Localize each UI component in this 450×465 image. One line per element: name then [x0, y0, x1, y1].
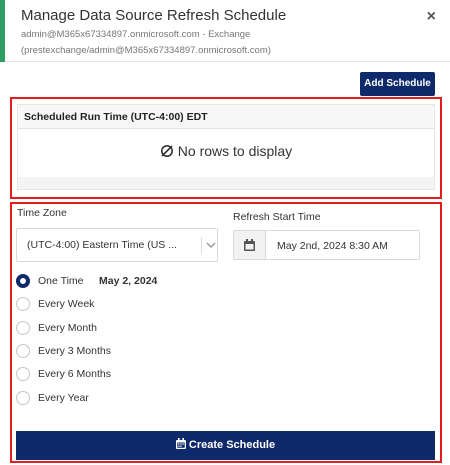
frequency-option-label: Every Week: [38, 298, 95, 310]
dialog-subtitle-path: (prestexchange/admin@M365x67334897.onmic…: [21, 45, 271, 56]
grid-empty-message: No rows to display: [18, 143, 434, 161]
time-zone-select[interactable]: (UTC-4:00) Eastern Time (US ...: [16, 228, 218, 262]
dialog-header: Manage Data Source Refresh Schedule admi…: [0, 0, 450, 62]
no-rows-icon: [160, 144, 174, 161]
select-divider: [201, 237, 202, 255]
calendar-icon: [175, 432, 186, 461]
frequency-option-label: One Time: [38, 275, 84, 287]
empty-message-text: No rows to display: [177, 143, 293, 159]
schedule-grid: Scheduled Run Time (UTC-4:00) EDT No row…: [17, 104, 435, 190]
one-time-date: May 2, 2024: [99, 275, 158, 287]
calendar-icon[interactable]: [234, 231, 266, 259]
frequency-option-label: Every 6 Months: [38, 368, 111, 380]
refresh-start-value: May 2nd, 2024 8:30 AM: [277, 240, 388, 252]
frequency-option-label: Every 3 Months: [38, 345, 111, 357]
dialog-subtitle-account: admin@M365x67334897.onmicrosoft.com - Ex…: [21, 29, 251, 40]
time-zone-value: (UTC-4:00) Eastern Time (US ...: [27, 239, 177, 251]
radio-button[interactable]: [16, 391, 30, 405]
close-icon[interactable]: ×: [427, 8, 436, 26]
refresh-start-datetime-input[interactable]: May 2nd, 2024 8:30 AM: [233, 230, 420, 260]
chevron-down-icon[interactable]: [205, 238, 217, 252]
refresh-start-label: Refresh Start Time: [233, 211, 321, 223]
radio-button[interactable]: [16, 367, 30, 381]
header-accent-bar: [0, 0, 5, 62]
radio-button[interactable]: [16, 344, 30, 358]
grid-column-header[interactable]: Scheduled Run Time (UTC-4:00) EDT: [18, 105, 434, 129]
radio-button[interactable]: [16, 297, 30, 311]
radio-button[interactable]: [16, 274, 30, 288]
radio-button[interactable]: [16, 321, 30, 335]
add-schedule-button[interactable]: Add Schedule: [360, 72, 435, 96]
time-zone-label: Time Zone: [17, 207, 67, 219]
dialog-title: Manage Data Source Refresh Schedule: [21, 7, 287, 24]
frequency-option-label: Every Month: [38, 322, 97, 334]
grid-footer: [18, 177, 434, 189]
create-schedule-button[interactable]: Create Schedule: [16, 431, 435, 460]
create-schedule-label: Create Schedule: [188, 439, 276, 451]
frequency-option-label: Every Year: [38, 392, 89, 404]
